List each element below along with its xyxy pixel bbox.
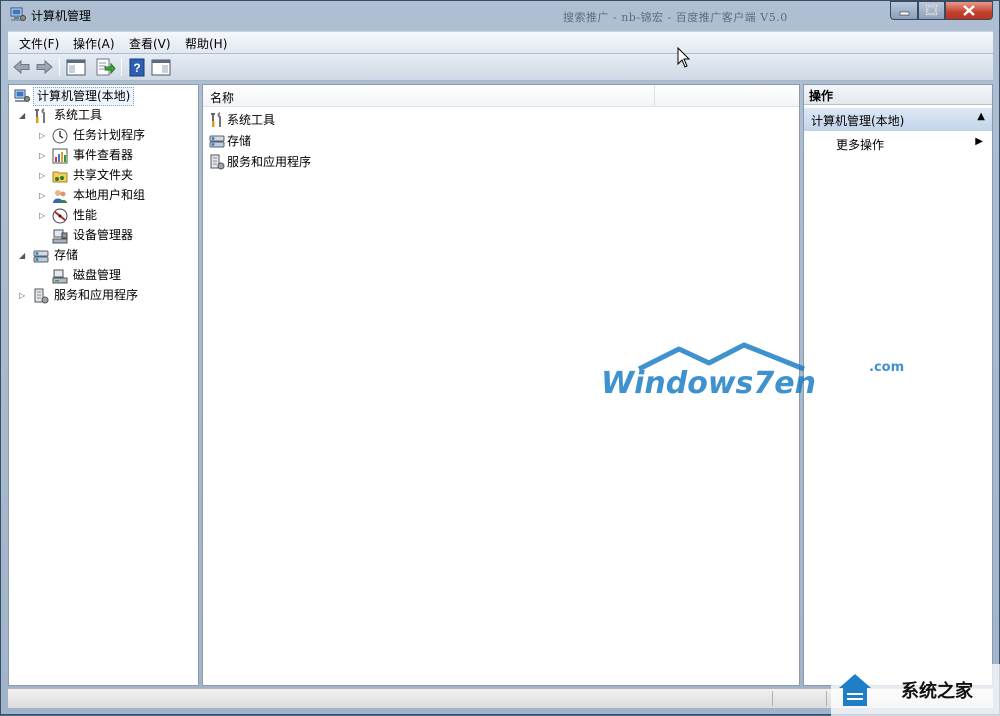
forward-icon [36,59,53,75]
tree-item-event-viewer[interactable]: ▷ 事件查看器 [9,146,198,165]
tree-label: 任务计划程序 [73,128,146,142]
tree-item-services-apps[interactable]: ▷ 服务和应用程序 [9,286,198,305]
back-icon [13,59,30,75]
expand-arrow-icon[interactable]: ▷ [19,286,29,305]
window-title: 计算机管理 [31,9,92,23]
menu-view[interactable]: 查看(V) [129,35,171,52]
tools-icon [35,108,45,123]
close-button[interactable] [945,1,993,20]
services-icon [210,154,225,170]
tree-item-root[interactable]: 计算机管理(本地) [9,86,198,106]
tree-label: 设备管理器 [73,228,134,242]
collapse-arrow-icon[interactable]: ◢ [19,106,29,125]
show-tree-icon [66,59,86,76]
clock-icon [52,128,68,144]
close-icon [963,5,975,16]
help-button[interactable]: ? [126,57,148,77]
tree-label: 磁盘管理 [73,268,122,282]
show-action-pane-button[interactable] [150,57,172,77]
show-hide-tree-button[interactable] [65,57,87,77]
event-viewer-icon [52,148,68,164]
expand-arrow-icon[interactable]: ▷ [39,126,49,145]
action-group-header[interactable]: 计算机管理(本地) ▲ [804,108,992,131]
svg-text:?: ? [133,61,140,75]
watermark-site-name: 系统之家 [901,680,974,702]
collapse-up-icon[interactable]: ▲ [977,111,985,122]
minimize-icon [899,11,910,16]
tree-label: 服务和应用程序 [54,288,139,302]
users-icon [53,190,67,203]
services-icon [34,288,49,304]
shared-folder-icon [52,171,68,183]
maximize-button[interactable] [918,1,945,20]
tree-item-disk-management[interactable]: 磁盘管理 [9,266,198,285]
computer-management-icon [14,89,30,102]
back-button[interactable] [11,57,33,77]
background-window-title: 搜索推广 - nb-锦宏 - 百度推广客户端 V5.0 [563,11,788,24]
restore-icon [925,4,938,16]
status-divider [772,691,773,706]
tree-item-shared-folders[interactable]: ▷ 共享文件夹 [9,166,198,185]
tree-label: 存储 [54,248,79,262]
computer-management-icon [10,7,26,21]
collapse-arrow-icon[interactable]: ◢ [19,246,29,265]
action-group-label: 计算机管理(本地) [811,114,905,128]
toolbar-separator [121,58,122,76]
expand-arrow-icon[interactable]: ▷ [39,146,49,165]
forward-button[interactable] [33,57,55,77]
menu-action[interactable]: 操作(A) [73,35,115,52]
storage-icon [209,135,225,148]
expand-arrow-icon[interactable]: ▷ [39,186,49,205]
device-manager-icon [52,229,68,244]
column-divider[interactable] [654,85,655,107]
mouse-cursor-icon [677,47,691,68]
menu-file[interactable]: 文件(F) [19,35,59,52]
disk-management-icon [52,269,68,284]
tree-item-local-users[interactable]: ▷ 本地用户和组 [9,186,198,205]
list-item-label: 存储 [227,134,252,148]
tree-label: 系统工具 [54,108,103,122]
toolbar: ? [8,54,993,81]
site-watermark: 系统之家 [831,664,1000,716]
list-item-label: 系统工具 [227,113,276,127]
performance-icon [52,208,68,224]
windows7en-watermark-logo: Windows7en .com [601,342,904,401]
menu-bar: 文件(F) 操作(A) 查看(V) 帮助(H) [8,31,993,53]
tree-label: 事件查看器 [73,148,134,162]
help-icon: ? [129,58,145,77]
tree-label: 计算机管理(本地) [33,87,135,106]
tree-label: 共享文件夹 [73,168,134,182]
toolbar-separator [59,58,60,76]
console-tree: 计算机管理(本地) ◢ 系统工具 ▷ 任务计划程序 ▷ 事件查看器 ▷ 共享文件… [8,84,199,686]
submenu-arrow-icon[interactable]: ▶ [975,136,983,147]
export-list-icon [96,58,116,76]
column-header-name[interactable]: 名称 [210,89,234,106]
expand-arrow-icon[interactable]: ▷ [39,206,49,225]
tree-label: 本地用户和组 [73,188,146,202]
menu-help[interactable]: 帮助(H) [185,35,227,52]
storage-icon [33,250,49,263]
tree-item-task-scheduler[interactable]: ▷ 任务计划程序 [9,126,198,145]
more-actions-item[interactable]: 更多操作 [836,136,884,153]
export-list-button[interactable] [94,57,116,77]
tree-item-performance[interactable]: ▷ 性能 [9,206,198,225]
expand-arrow-icon[interactable]: ▷ [39,166,49,185]
minimize-button[interactable] [890,1,918,20]
title-bar[interactable]: 计算机管理 搜索推广 - nb-锦宏 - 百度推广客户端 V5.0 [1,1,999,29]
tree-item-storage[interactable]: ◢ 存储 [9,246,198,265]
list-item-label: 服务和应用程序 [227,155,312,169]
action-pane-title: 操作 [804,85,992,105]
tools-icon [211,112,221,127]
watermark-logo-domain: .com [869,360,904,375]
column-header-bar: 名称 [203,85,799,107]
status-divider [826,691,827,706]
tree-item-device-manager[interactable]: 设备管理器 [9,226,198,245]
tree-item-system-tools[interactable]: ◢ 系统工具 [9,106,198,125]
watermark-logo-text: Windows7en [601,366,816,401]
action-pane-icon [151,59,171,76]
tree-label: 性能 [73,208,98,222]
computer-management-window: 计算机管理 搜索推广 - nb-锦宏 - 百度推广客户端 V5.0 文件(F) … [0,0,1000,716]
